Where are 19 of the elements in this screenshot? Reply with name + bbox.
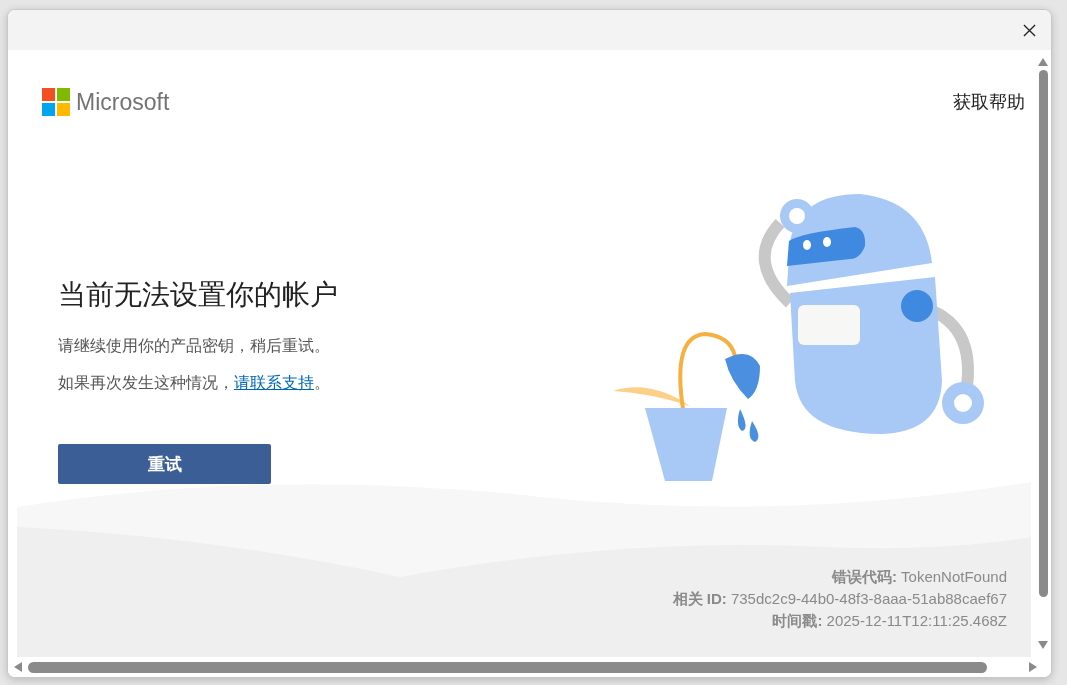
brand-name: Microsoft: [76, 88, 170, 116]
scroll-thumb[interactable]: [1038, 70, 1048, 597]
retry-button[interactable]: 重试: [58, 444, 271, 484]
error-detail: 时间戳: 2025-12-11T12:11:25.468Z: [772, 612, 1007, 631]
scroll-up-icon[interactable]: [1038, 58, 1048, 66]
scroll-thumb[interactable]: [28, 661, 987, 673]
scroll-left-icon[interactable]: [14, 662, 22, 672]
support-link[interactable]: 请联系支持: [234, 373, 314, 392]
error-detail: 相关 ID: 735dc2c9-44b0-48f3-8aaa-51ab88caef67: [672, 590, 1007, 609]
logo-icon: [42, 88, 70, 116]
error-detail: 错误代码: TokenNotFound: [831, 568, 1007, 587]
scroll-right-icon[interactable]: [1029, 662, 1037, 672]
message-text: 如果再次发生这种情况，请联系支持。: [58, 373, 331, 394]
close-icon[interactable]: [1023, 23, 1036, 37]
help-link[interactable]: 获取帮助: [953, 90, 1025, 114]
error-title: 当前无法设置你的帐户: [58, 277, 339, 313]
scroll-down-icon[interactable]: [1038, 641, 1048, 649]
horizontal-scrollbar[interactable]: [8, 657, 1051, 677]
message-text: 请继续使用你的产品密钥，稍后重试。: [58, 336, 331, 357]
